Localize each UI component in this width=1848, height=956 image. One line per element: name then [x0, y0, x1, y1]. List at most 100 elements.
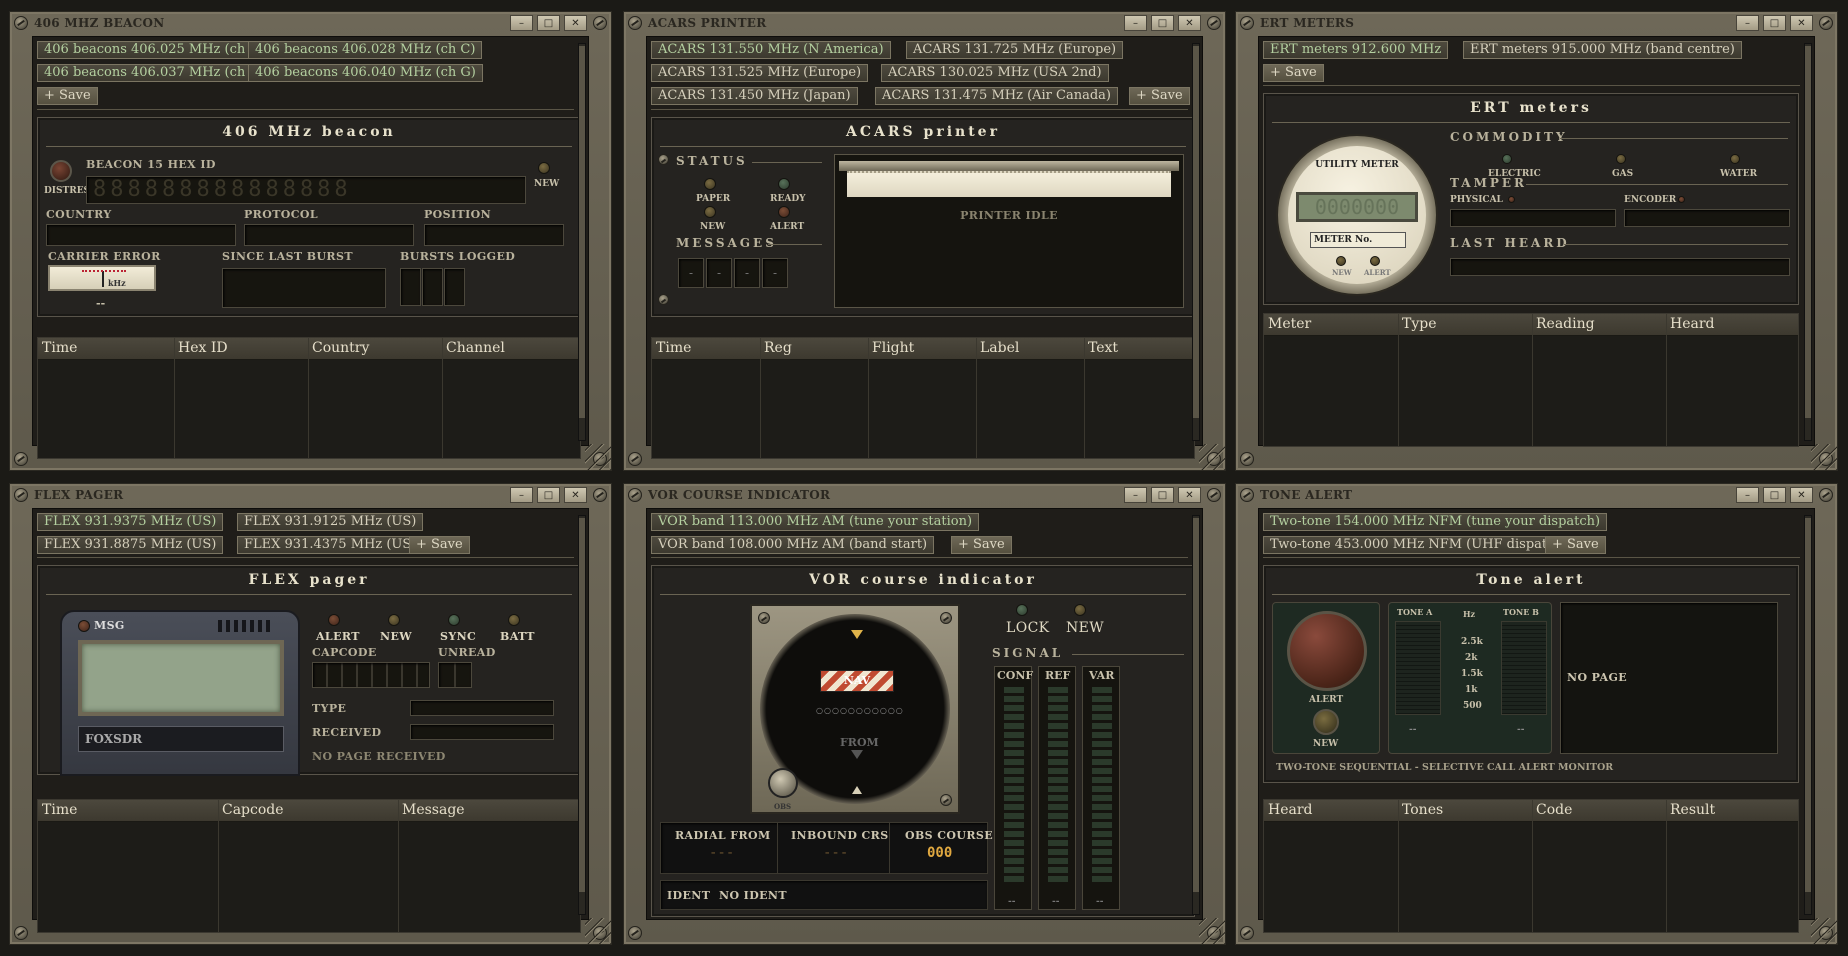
column-header[interactable]: Heard [1268, 802, 1313, 818]
column-header[interactable]: Result [1670, 802, 1715, 818]
save-preset-button[interactable]: + Save [951, 536, 1012, 554]
resize-grip-icon[interactable] [1199, 444, 1225, 470]
preset-chip[interactable]: ERT meters 912.600 MHz [1263, 41, 1449, 59]
bursts-logged-label: BURSTS LOGGED [400, 250, 516, 263]
close-button[interactable]: ✕ [1790, 487, 1813, 503]
pager-screen [78, 640, 284, 716]
column-header[interactable]: Reg [764, 340, 792, 356]
close-button[interactable]: ✕ [564, 487, 587, 503]
hz-label: Hz [1463, 609, 1476, 619]
last-heard-field [1450, 258, 1790, 276]
tone-b-bar [1501, 621, 1547, 715]
var-value: -- [1096, 897, 1104, 907]
paper-strip [847, 171, 1171, 197]
preset-chip[interactable]: FLEX 931.4375 MHz (US) [237, 536, 424, 554]
preset-chip[interactable]: ACARS 131.475 MHz (Air Canada) [875, 87, 1118, 105]
maximize-button[interactable]: □ [1763, 15, 1786, 31]
nav-flag: NAV [820, 670, 894, 692]
save-preset-button[interactable]: + Save [1545, 536, 1606, 554]
meter-lcd: 0000000 [1296, 192, 1418, 222]
preset-chip[interactable]: FLEX 931.9125 MHz (US) [237, 513, 424, 531]
hz-scale-tick: 1.5k [1461, 669, 1483, 679]
close-button[interactable]: ✕ [564, 15, 587, 31]
maximize-button[interactable]: □ [1151, 487, 1174, 503]
resize-grip-icon[interactable] [585, 918, 611, 944]
column-header[interactable]: Channel [446, 340, 505, 356]
column-header[interactable]: Time [656, 340, 691, 356]
preset-chip[interactable]: ACARS 130.025 MHz (USA 2nd) [881, 64, 1109, 82]
scrollbar[interactable] [578, 515, 586, 915]
maximize-button[interactable]: □ [537, 15, 560, 31]
scrollbar[interactable] [578, 43, 586, 441]
preset-chip[interactable]: 406 beacons 406.025 MHz (ch B) [37, 41, 271, 59]
minimize-button[interactable]: – [510, 15, 533, 31]
scrollbar[interactable] [1804, 515, 1812, 915]
last-heard-label: LAST HEARD [1450, 236, 1570, 250]
resize-grip-icon[interactable] [1811, 918, 1837, 944]
preset-chip[interactable]: 406 beacons 406.028 MHz (ch C) [248, 41, 483, 59]
divider [46, 146, 572, 147]
minimize-button[interactable]: – [1736, 15, 1759, 31]
column-header[interactable]: Message [402, 802, 465, 818]
resize-grip-icon[interactable] [1811, 444, 1837, 470]
preset-chip[interactable]: FLEX 931.9375 MHz (US) [37, 513, 224, 531]
column-header[interactable]: Capcode [222, 802, 284, 818]
column-header[interactable]: Time [42, 802, 77, 818]
preset-chip[interactable]: ERT meters 915.000 MHz (band centre) [1463, 41, 1742, 59]
meter-alert-led [1370, 256, 1380, 266]
preset-chip[interactable]: ACARS 131.525 MHz (Europe) [651, 64, 869, 82]
column-header[interactable]: Code [1536, 802, 1572, 818]
save-preset-button[interactable]: + Save [1263, 64, 1324, 82]
preset-chip[interactable]: ACARS 131.550 MHz (N America) [651, 41, 891, 59]
preset-chip[interactable]: VOR band 108.000 MHz AM (band start) [651, 536, 935, 554]
minimize-button[interactable]: – [1124, 487, 1147, 503]
speaker-grille-icon [218, 620, 274, 632]
close-button[interactable]: ✕ [1790, 15, 1813, 31]
ert-window: ERT METERS – □ ✕ ERT meters 912.600 MHz ER… [1235, 11, 1838, 471]
preset-chip[interactable]: Two-tone 154.000 MHz NFM (tune your disp… [1263, 513, 1608, 531]
preset-chip[interactable]: 406 beacons 406.037 MHz (ch F) [37, 64, 271, 82]
save-preset-button[interactable]: + Save [1129, 87, 1190, 105]
preset-chip[interactable]: VOR band 113.000 MHz AM (tune your stati… [651, 513, 980, 531]
minimize-button[interactable]: – [1124, 15, 1147, 31]
minimize-button[interactable]: – [510, 487, 533, 503]
close-button[interactable]: ✕ [1178, 487, 1201, 503]
scrollbar[interactable] [1804, 43, 1812, 441]
carrier-error-label: CARRIER ERROR [48, 250, 161, 263]
resize-grip-icon[interactable] [1199, 918, 1225, 944]
maximize-button[interactable]: □ [1763, 487, 1786, 503]
preset-chip[interactable]: Two-tone 453.000 MHz NFM (UHF dispatch) [1263, 536, 1575, 554]
column-header[interactable]: Country [312, 340, 369, 356]
maximize-button[interactable]: □ [1151, 15, 1174, 31]
preset-chip[interactable]: ACARS 131.450 MHz (Japan) [651, 87, 858, 105]
preset-chip[interactable]: ACARS 131.725 MHz (Europe) [906, 41, 1124, 59]
obs-knob[interactable] [768, 768, 798, 798]
conf-bar [1004, 687, 1024, 883]
save-preset-button[interactable]: + Save [37, 87, 98, 105]
close-button[interactable]: ✕ [1178, 15, 1201, 31]
column-header[interactable]: Hex ID [178, 340, 228, 356]
resize-grip-icon[interactable] [585, 444, 611, 470]
column-header[interactable]: Label [980, 340, 1019, 356]
column-header[interactable]: Heard [1670, 316, 1715, 332]
ref-value: -- [1052, 897, 1060, 907]
column-header[interactable]: Text [1088, 340, 1118, 356]
maximize-button[interactable]: □ [537, 487, 560, 503]
column-header[interactable]: Tones [1402, 802, 1443, 818]
messages-label: MESSAGES [676, 236, 777, 250]
position-label: POSITION [424, 208, 492, 221]
scrollbar[interactable] [1192, 515, 1200, 915]
preset-chip[interactable]: FLEX 931.8875 MHz (US) [37, 536, 224, 554]
minimize-button[interactable]: – [1736, 487, 1759, 503]
scrollbar[interactable] [1192, 43, 1200, 441]
distress-knob[interactable] [50, 160, 72, 182]
column-header[interactable]: Flight [872, 340, 914, 356]
paper-label: PAPER [696, 194, 731, 204]
ident-panel: IDENT NO IDENT [660, 880, 988, 910]
save-preset-button[interactable]: + Save [409, 536, 470, 554]
column-header[interactable]: Type [1402, 316, 1437, 332]
column-header[interactable]: Reading [1536, 316, 1595, 332]
column-header[interactable]: Time [42, 340, 77, 356]
preset-chip[interactable]: 406 beacons 406.040 MHz (ch G) [248, 64, 483, 82]
column-header[interactable]: Meter [1268, 316, 1311, 332]
